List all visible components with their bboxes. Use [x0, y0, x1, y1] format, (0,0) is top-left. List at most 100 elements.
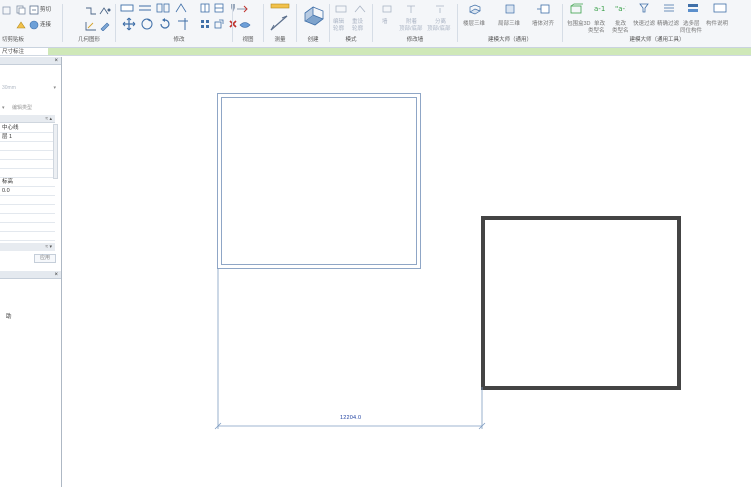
- dimension-value[interactable]: 12204.0: [340, 415, 361, 421]
- measure-icon[interactable]: [268, 14, 290, 32]
- wall-opening-label[interactable]: 墙: [382, 19, 388, 25]
- create-part-icon[interactable]: [301, 3, 325, 29]
- reset-profile-icon[interactable]: [354, 4, 366, 14]
- reset-profile-label[interactable]: 重设: [352, 19, 363, 25]
- edit-profile-label[interactable]: 编辑: [333, 19, 344, 25]
- detach-label[interactable]: 分离: [435, 19, 446, 25]
- context-tab-band: [48, 48, 751, 55]
- wall-opening-icon[interactable]: [382, 4, 392, 14]
- mirror-axis-icon[interactable]: [156, 3, 170, 13]
- precise-filter-label[interactable]: 精确过滤: [657, 21, 679, 27]
- drawing-area[interactable]: [62, 57, 751, 487]
- local-3d-icon[interactable]: [504, 3, 516, 15]
- property-row[interactable]: [0, 223, 55, 232]
- wall-align-icon[interactable]: [536, 3, 552, 15]
- align-icon[interactable]: [120, 3, 134, 13]
- split-icon[interactable]: [200, 3, 210, 13]
- drawing-canvas[interactable]: 12204.0: [62, 57, 751, 487]
- cut-label[interactable]: 剪切: [40, 7, 51, 13]
- property-row[interactable]: [0, 196, 55, 205]
- join-icon[interactable]: [29, 20, 39, 30]
- close-icon[interactable]: ×: [54, 57, 58, 65]
- override-graphics-icon[interactable]: [236, 5, 248, 13]
- single-edit-icon[interactable]: a-1: [593, 3, 605, 13]
- batch-edit-icon[interactable]: "a-1: [614, 3, 630, 13]
- quick-filter-label[interactable]: 快速过滤: [633, 21, 655, 27]
- precise-filter-icon[interactable]: [663, 3, 675, 13]
- component-note-label[interactable]: 构件说明: [706, 21, 728, 27]
- chevron-down-icon[interactable]: ▾: [53, 83, 56, 93]
- type-selector[interactable]: 30mm ▾: [2, 83, 56, 93]
- detach-top-icon[interactable]: [435, 4, 445, 14]
- quick-filter-icon[interactable]: [639, 3, 649, 13]
- copy-icon[interactable]: [16, 5, 26, 15]
- move-icon[interactable]: [122, 17, 136, 31]
- measure-ruler-icon[interactable]: [270, 3, 290, 9]
- attach-top-icon[interactable]: [406, 4, 416, 14]
- wall-joins-icon[interactable]: [85, 21, 97, 31]
- selected-wall[interactable]: [481, 216, 681, 390]
- property-row[interactable]: [0, 232, 55, 241]
- floor-3d-label[interactable]: 楼层三维: [463, 21, 485, 27]
- bounding-box-3d-icon[interactable]: [569, 3, 583, 15]
- offset-icon[interactable]: [138, 3, 152, 13]
- bounding-box-3d-label[interactable]: 包围盒3D: [567, 21, 591, 27]
- property-row[interactable]: [0, 205, 55, 214]
- paste-icon[interactable]: [2, 6, 12, 15]
- close-icon[interactable]: ×: [54, 271, 58, 279]
- cope-icon[interactable]: [85, 6, 97, 16]
- split-face-icon[interactable]: [99, 6, 111, 16]
- properties-panel-header: ×: [0, 57, 61, 65]
- join-label[interactable]: 连接: [40, 22, 51, 28]
- group-label-measure: 测量: [274, 37, 286, 43]
- detach-sub-label: 顶部/底部: [427, 26, 451, 32]
- local-3d-label[interactable]: 局部三维: [498, 21, 520, 27]
- select-layers-label[interactable]: 选多层: [683, 21, 700, 27]
- property-row[interactable]: [0, 142, 55, 151]
- array-icon[interactable]: [200, 19, 210, 29]
- hide-element-icon[interactable]: [239, 19, 251, 31]
- group-label-clipboard: 切剪贴板: [2, 37, 25, 43]
- collapse-icon[interactable]: ≈ ▴: [45, 115, 52, 123]
- copy-element-icon[interactable]: [140, 17, 154, 31]
- single-edit-label[interactable]: 单改: [594, 21, 605, 27]
- property-row[interactable]: 层 1: [0, 133, 55, 142]
- wall-inner-outline[interactable]: [221, 97, 417, 265]
- cut-icon[interactable]: [29, 5, 39, 15]
- property-row[interactable]: [0, 169, 55, 178]
- constraints-header[interactable]: ≈ ▴: [0, 115, 55, 123]
- ribbon-group-modify-wall: 墙 附着 分离 顶部/底部 顶部/底部 修改墙: [373, 0, 457, 44]
- trim-extend-icon[interactable]: [176, 17, 190, 31]
- paint-icon[interactable]: [99, 21, 111, 32]
- browser-item[interactable]: 助: [6, 312, 12, 320]
- wall-outer-outline[interactable]: [217, 93, 421, 269]
- property-row[interactable]: [0, 151, 55, 160]
- group-label-modify: 修改: [173, 37, 185, 43]
- dimension-panel-label[interactable]: 尺寸标注: [2, 48, 24, 56]
- rotate-icon[interactable]: [158, 17, 172, 31]
- property-row[interactable]: 标高: [0, 178, 55, 187]
- batch-edit-label[interactable]: 批改: [615, 21, 626, 27]
- split-gap-icon[interactable]: [214, 3, 224, 13]
- select-layers-icon[interactable]: [687, 3, 699, 13]
- chevron-down-icon[interactable]: ▾: [2, 105, 5, 111]
- properties-footer-header[interactable]: ≈ ▾: [0, 243, 55, 251]
- apply-button[interactable]: 应用: [34, 254, 56, 263]
- property-row[interactable]: [0, 214, 55, 223]
- wall-align-label[interactable]: 墙体对齐: [532, 21, 554, 27]
- match-type-icon[interactable]: [16, 20, 26, 30]
- mirror-draw-icon[interactable]: [174, 3, 188, 13]
- collapse-icon[interactable]: ≈ ▾: [45, 243, 52, 251]
- attach-label[interactable]: 附着: [406, 19, 417, 25]
- property-row[interactable]: 0.0: [0, 187, 55, 196]
- group-label-view: 视图: [242, 37, 254, 43]
- floor-3d-icon[interactable]: [468, 3, 482, 15]
- ribbon-group-measure: 测量: [264, 0, 296, 44]
- component-note-icon[interactable]: [713, 3, 727, 13]
- properties-scrollbar[interactable]: [53, 124, 58, 179]
- edit-type-button[interactable]: 编辑类型: [12, 103, 32, 113]
- scale-icon[interactable]: [214, 19, 224, 29]
- property-row[interactable]: [0, 160, 55, 169]
- property-row[interactable]: 中心线: [0, 124, 55, 133]
- edit-profile-icon[interactable]: [335, 4, 347, 14]
